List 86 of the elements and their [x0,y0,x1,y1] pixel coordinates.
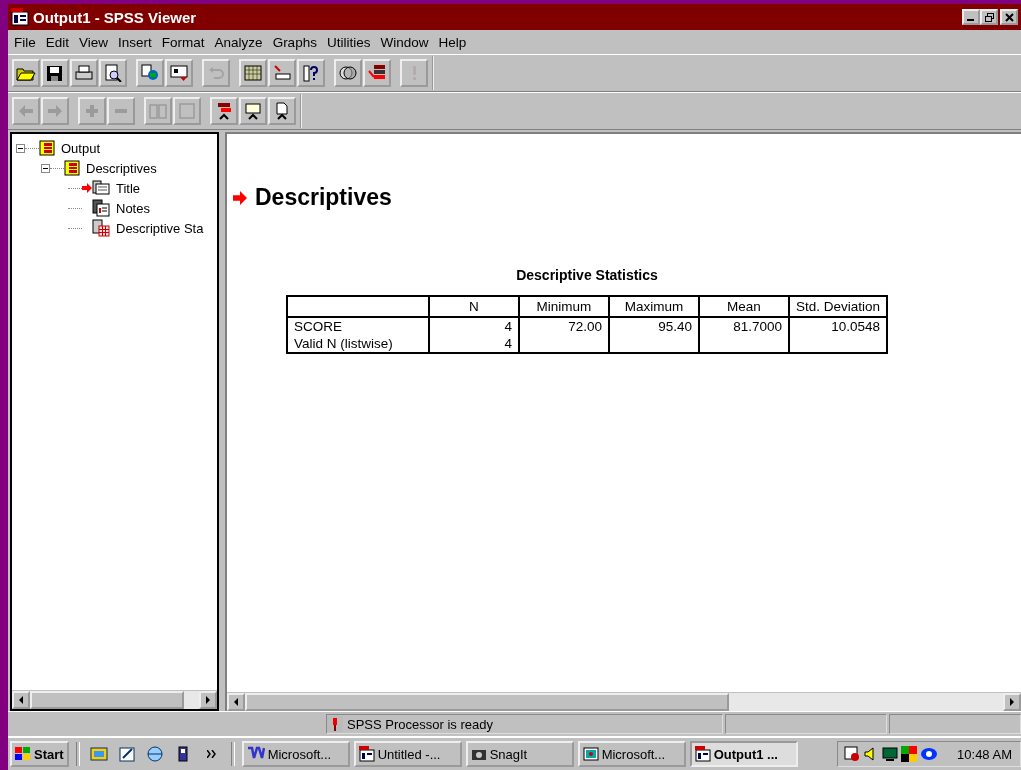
doc-icon[interactable] [268,97,296,125]
scroll-right-icon[interactable] [205,696,211,704]
title-page-icon [92,179,110,197]
demo-icon[interactable] [239,97,267,125]
globe-icon[interactable] [136,59,164,87]
collapse-toggle[interactable] [41,163,50,173]
tree-item[interactable]: Output [61,140,101,156]
taskbar-button[interactable]: Untitled -... [353,741,462,767]
scroll-left-icon[interactable] [233,698,239,706]
table-title: Descriptive Statistics [516,267,658,283]
scheduler-icon [844,746,861,762]
menu-item[interactable]: Graphs [268,34,323,50]
row-label: Valid N (listwise) [286,335,429,353]
book-icon [39,140,55,156]
horizontal-scrollbar[interactable] [227,692,1021,711]
table-cell: 72.00 [568,319,602,334]
column-header: Mean [698,296,789,317]
restore-button[interactable] [980,9,998,25]
menu-item[interactable]: Edit [41,34,76,50]
screen-icon [582,747,599,761]
grid-icon[interactable] [239,59,267,87]
menu-item[interactable]: Window [376,34,435,50]
column-header: N [428,296,519,317]
book-icon [64,160,80,176]
eye-icon [920,747,939,761]
column-header: Maximum [608,296,699,317]
notes-page-icon [92,199,110,217]
table-cell: 4 [504,319,512,334]
color-blocks-icon [901,746,918,762]
menu-item[interactable]: Insert [114,34,158,50]
table-page-icon [92,219,110,237]
pencil-note-icon[interactable] [117,745,136,763]
tree-item[interactable]: Title [116,180,141,196]
promote-icon[interactable] [210,97,238,125]
menu-item[interactable]: Help [434,34,473,50]
taskbar-button[interactable]: Microsoft... [577,741,686,767]
taskbar-button[interactable]: SnagIt [465,741,574,767]
column-header: Std. Deviation [788,296,887,317]
table-cell: 4 [504,336,512,351]
goto-icon[interactable] [268,59,296,87]
windows-flag-icon [15,747,31,761]
camera-icon [470,747,487,761]
desktop-icon[interactable] [89,745,108,763]
pivot-icon[interactable] [363,59,391,87]
tree-item[interactable]: Descriptives [86,160,157,176]
close-button[interactable] [1000,9,1018,25]
table-cell: 81.7000 [733,319,782,334]
chart-icon[interactable] [165,59,193,87]
restore-icon [984,12,994,22]
more-icon[interactable] [206,750,216,758]
tree-item[interactable]: Descriptive Sta [116,220,204,236]
scroll-right-icon[interactable] [1009,698,1015,706]
app-icon [11,8,29,26]
table-cell: 10.0548 [831,319,880,334]
app-window-icon [694,746,711,762]
close-icon [1004,12,1014,22]
taskbar-button[interactable]: Microsoft... [241,741,350,767]
menu-item[interactable]: Utilities [322,34,377,50]
window-title: Output1 - SPSS Viewer [33,8,197,26]
start-button[interactable]: Start [10,741,69,767]
collapse-toggle[interactable] [16,143,25,153]
help-icon[interactable] [297,59,325,87]
tree-item[interactable]: Notes [116,200,150,216]
circles-icon[interactable] [334,59,362,87]
menu-item[interactable]: View [75,34,115,50]
preview-icon[interactable] [99,59,127,87]
table-cell: 95.40 [658,319,692,334]
menu-item[interactable]: File [10,34,42,50]
scroll-left-icon[interactable] [18,696,24,704]
print-icon[interactable] [70,59,98,87]
globe-icon[interactable] [145,745,164,763]
save-icon[interactable] [41,59,69,87]
minimize-button[interactable] [962,9,980,25]
menu-item[interactable]: Analyze [210,34,269,50]
clock: 10:48 AM [957,746,1012,762]
app-window-icon [358,746,375,762]
output-heading: Descriptives [255,184,392,211]
taskbar-button[interactable]: Output1 ... [689,741,798,767]
menu-item[interactable]: Format [157,34,211,50]
row-label: SCORE [286,317,429,335]
open-icon[interactable] [12,59,40,87]
monitor-icon [882,746,899,762]
column-header: Minimum [518,296,609,317]
status-text: SPSS Processor is ready [347,716,493,732]
horizontal-scrollbar[interactable] [12,690,217,709]
current-item-arrow-icon [233,190,247,205]
